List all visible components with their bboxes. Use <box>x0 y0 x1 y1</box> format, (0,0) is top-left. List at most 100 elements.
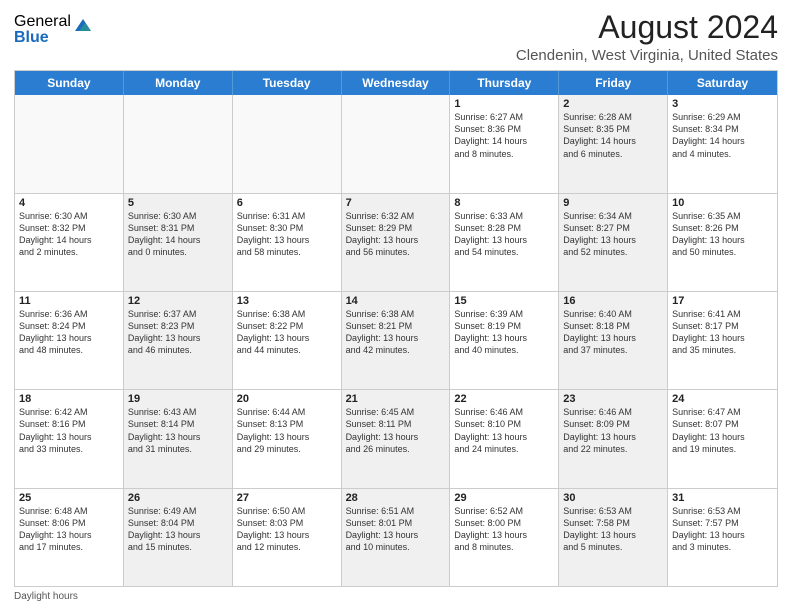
day-number: 27 <box>237 492 337 504</box>
page: General Blue August 2024 Clendenin, West… <box>0 0 792 612</box>
cal-cell-1: 1Sunrise: 6:27 AM Sunset: 8:36 PM Daylig… <box>450 95 559 192</box>
cell-content: Sunrise: 6:47 AM Sunset: 8:07 PM Dayligh… <box>672 406 773 455</box>
day-number: 16 <box>563 295 663 307</box>
cell-content: Sunrise: 6:38 AM Sunset: 8:21 PM Dayligh… <box>346 308 446 357</box>
footer-note: Daylight hours <box>14 591 778 602</box>
cal-cell-16: 16Sunrise: 6:40 AM Sunset: 8:18 PM Dayli… <box>559 292 668 389</box>
calendar-body: 1Sunrise: 6:27 AM Sunset: 8:36 PM Daylig… <box>15 95 777 586</box>
cell-content: Sunrise: 6:51 AM Sunset: 8:01 PM Dayligh… <box>346 505 446 554</box>
day-number: 10 <box>672 197 773 209</box>
cal-cell-4: 4Sunrise: 6:30 AM Sunset: 8:32 PM Daylig… <box>15 194 124 291</box>
cell-content: Sunrise: 6:39 AM Sunset: 8:19 PM Dayligh… <box>454 308 554 357</box>
day-number: 23 <box>563 393 663 405</box>
logo-icon <box>73 15 93 35</box>
cal-cell-18: 18Sunrise: 6:42 AM Sunset: 8:16 PM Dayli… <box>15 390 124 487</box>
week-row-3: 18Sunrise: 6:42 AM Sunset: 8:16 PM Dayli… <box>15 390 777 488</box>
day-header-thursday: Thursday <box>450 71 559 95</box>
cal-cell-empty-0-3 <box>342 95 451 192</box>
cal-cell-8: 8Sunrise: 6:33 AM Sunset: 8:28 PM Daylig… <box>450 194 559 291</box>
cal-cell-empty-0-1 <box>124 95 233 192</box>
day-number: 20 <box>237 393 337 405</box>
cal-cell-27: 27Sunrise: 6:50 AM Sunset: 8:03 PM Dayli… <box>233 489 342 586</box>
cal-cell-empty-0-2 <box>233 95 342 192</box>
day-number: 30 <box>563 492 663 504</box>
day-number: 29 <box>454 492 554 504</box>
cal-cell-empty-0-0 <box>15 95 124 192</box>
cell-content: Sunrise: 6:41 AM Sunset: 8:17 PM Dayligh… <box>672 308 773 357</box>
cell-content: Sunrise: 6:53 AM Sunset: 7:58 PM Dayligh… <box>563 505 663 554</box>
cal-cell-28: 28Sunrise: 6:51 AM Sunset: 8:01 PM Dayli… <box>342 489 451 586</box>
cal-cell-14: 14Sunrise: 6:38 AM Sunset: 8:21 PM Dayli… <box>342 292 451 389</box>
cell-content: Sunrise: 6:46 AM Sunset: 8:09 PM Dayligh… <box>563 406 663 455</box>
cal-cell-3: 3Sunrise: 6:29 AM Sunset: 8:34 PM Daylig… <box>668 95 777 192</box>
cal-cell-13: 13Sunrise: 6:38 AM Sunset: 8:22 PM Dayli… <box>233 292 342 389</box>
day-number: 13 <box>237 295 337 307</box>
calendar-header: SundayMondayTuesdayWednesdayThursdayFrid… <box>15 71 777 95</box>
cal-cell-6: 6Sunrise: 6:31 AM Sunset: 8:30 PM Daylig… <box>233 194 342 291</box>
cal-cell-21: 21Sunrise: 6:45 AM Sunset: 8:11 PM Dayli… <box>342 390 451 487</box>
cal-cell-17: 17Sunrise: 6:41 AM Sunset: 8:17 PM Dayli… <box>668 292 777 389</box>
cell-content: Sunrise: 6:45 AM Sunset: 8:11 PM Dayligh… <box>346 406 446 455</box>
cal-cell-23: 23Sunrise: 6:46 AM Sunset: 8:09 PM Dayli… <box>559 390 668 487</box>
calendar: SundayMondayTuesdayWednesdayThursdayFrid… <box>14 70 778 587</box>
day-number: 5 <box>128 197 228 209</box>
day-header-tuesday: Tuesday <box>233 71 342 95</box>
cal-cell-9: 9Sunrise: 6:34 AM Sunset: 8:27 PM Daylig… <box>559 194 668 291</box>
logo-blue: Blue <box>14 30 71 46</box>
cell-content: Sunrise: 6:38 AM Sunset: 8:22 PM Dayligh… <box>237 308 337 357</box>
cell-content: Sunrise: 6:29 AM Sunset: 8:34 PM Dayligh… <box>672 111 773 160</box>
cell-content: Sunrise: 6:52 AM Sunset: 8:00 PM Dayligh… <box>454 505 554 554</box>
day-number: 8 <box>454 197 554 209</box>
cell-content: Sunrise: 6:44 AM Sunset: 8:13 PM Dayligh… <box>237 406 337 455</box>
day-number: 19 <box>128 393 228 405</box>
cell-content: Sunrise: 6:43 AM Sunset: 8:14 PM Dayligh… <box>128 406 228 455</box>
day-header-saturday: Saturday <box>668 71 777 95</box>
cal-cell-2: 2Sunrise: 6:28 AM Sunset: 8:35 PM Daylig… <box>559 95 668 192</box>
cell-content: Sunrise: 6:32 AM Sunset: 8:29 PM Dayligh… <box>346 210 446 259</box>
day-number: 31 <box>672 492 773 504</box>
day-number: 22 <box>454 393 554 405</box>
cal-cell-15: 15Sunrise: 6:39 AM Sunset: 8:19 PM Dayli… <box>450 292 559 389</box>
main-title: August 2024 <box>516 10 778 45</box>
day-number: 24 <box>672 393 773 405</box>
day-number: 11 <box>19 295 119 307</box>
cell-content: Sunrise: 6:31 AM Sunset: 8:30 PM Dayligh… <box>237 210 337 259</box>
cell-content: Sunrise: 6:30 AM Sunset: 8:32 PM Dayligh… <box>19 210 119 259</box>
day-number: 14 <box>346 295 446 307</box>
cell-content: Sunrise: 6:28 AM Sunset: 8:35 PM Dayligh… <box>563 111 663 160</box>
title-block: August 2024 Clendenin, West Virginia, Un… <box>516 10 778 64</box>
week-row-0: 1Sunrise: 6:27 AM Sunset: 8:36 PM Daylig… <box>15 95 777 193</box>
cell-content: Sunrise: 6:35 AM Sunset: 8:26 PM Dayligh… <box>672 210 773 259</box>
day-number: 1 <box>454 98 554 110</box>
cal-cell-5: 5Sunrise: 6:30 AM Sunset: 8:31 PM Daylig… <box>124 194 233 291</box>
day-header-sunday: Sunday <box>15 71 124 95</box>
day-number: 4 <box>19 197 119 209</box>
logo-general: General <box>14 14 71 30</box>
day-number: 3 <box>672 98 773 110</box>
logo: General Blue <box>14 14 93 46</box>
cal-cell-31: 31Sunrise: 6:53 AM Sunset: 7:57 PM Dayli… <box>668 489 777 586</box>
week-row-4: 25Sunrise: 6:48 AM Sunset: 8:06 PM Dayli… <box>15 489 777 586</box>
day-header-monday: Monday <box>124 71 233 95</box>
day-number: 21 <box>346 393 446 405</box>
cell-content: Sunrise: 6:48 AM Sunset: 8:06 PM Dayligh… <box>19 505 119 554</box>
cell-content: Sunrise: 6:42 AM Sunset: 8:16 PM Dayligh… <box>19 406 119 455</box>
day-number: 9 <box>563 197 663 209</box>
cal-cell-29: 29Sunrise: 6:52 AM Sunset: 8:00 PM Dayli… <box>450 489 559 586</box>
cell-content: Sunrise: 6:34 AM Sunset: 8:27 PM Dayligh… <box>563 210 663 259</box>
week-row-2: 11Sunrise: 6:36 AM Sunset: 8:24 PM Dayli… <box>15 292 777 390</box>
cell-content: Sunrise: 6:30 AM Sunset: 8:31 PM Dayligh… <box>128 210 228 259</box>
day-header-wednesday: Wednesday <box>342 71 451 95</box>
cell-content: Sunrise: 6:40 AM Sunset: 8:18 PM Dayligh… <box>563 308 663 357</box>
day-number: 26 <box>128 492 228 504</box>
header: General Blue August 2024 Clendenin, West… <box>14 10 778 64</box>
week-row-1: 4Sunrise: 6:30 AM Sunset: 8:32 PM Daylig… <box>15 194 777 292</box>
cal-cell-7: 7Sunrise: 6:32 AM Sunset: 8:29 PM Daylig… <box>342 194 451 291</box>
day-number: 18 <box>19 393 119 405</box>
day-number: 7 <box>346 197 446 209</box>
day-number: 15 <box>454 295 554 307</box>
cal-cell-12: 12Sunrise: 6:37 AM Sunset: 8:23 PM Dayli… <box>124 292 233 389</box>
day-number: 6 <box>237 197 337 209</box>
cal-cell-19: 19Sunrise: 6:43 AM Sunset: 8:14 PM Dayli… <box>124 390 233 487</box>
cal-cell-11: 11Sunrise: 6:36 AM Sunset: 8:24 PM Dayli… <box>15 292 124 389</box>
